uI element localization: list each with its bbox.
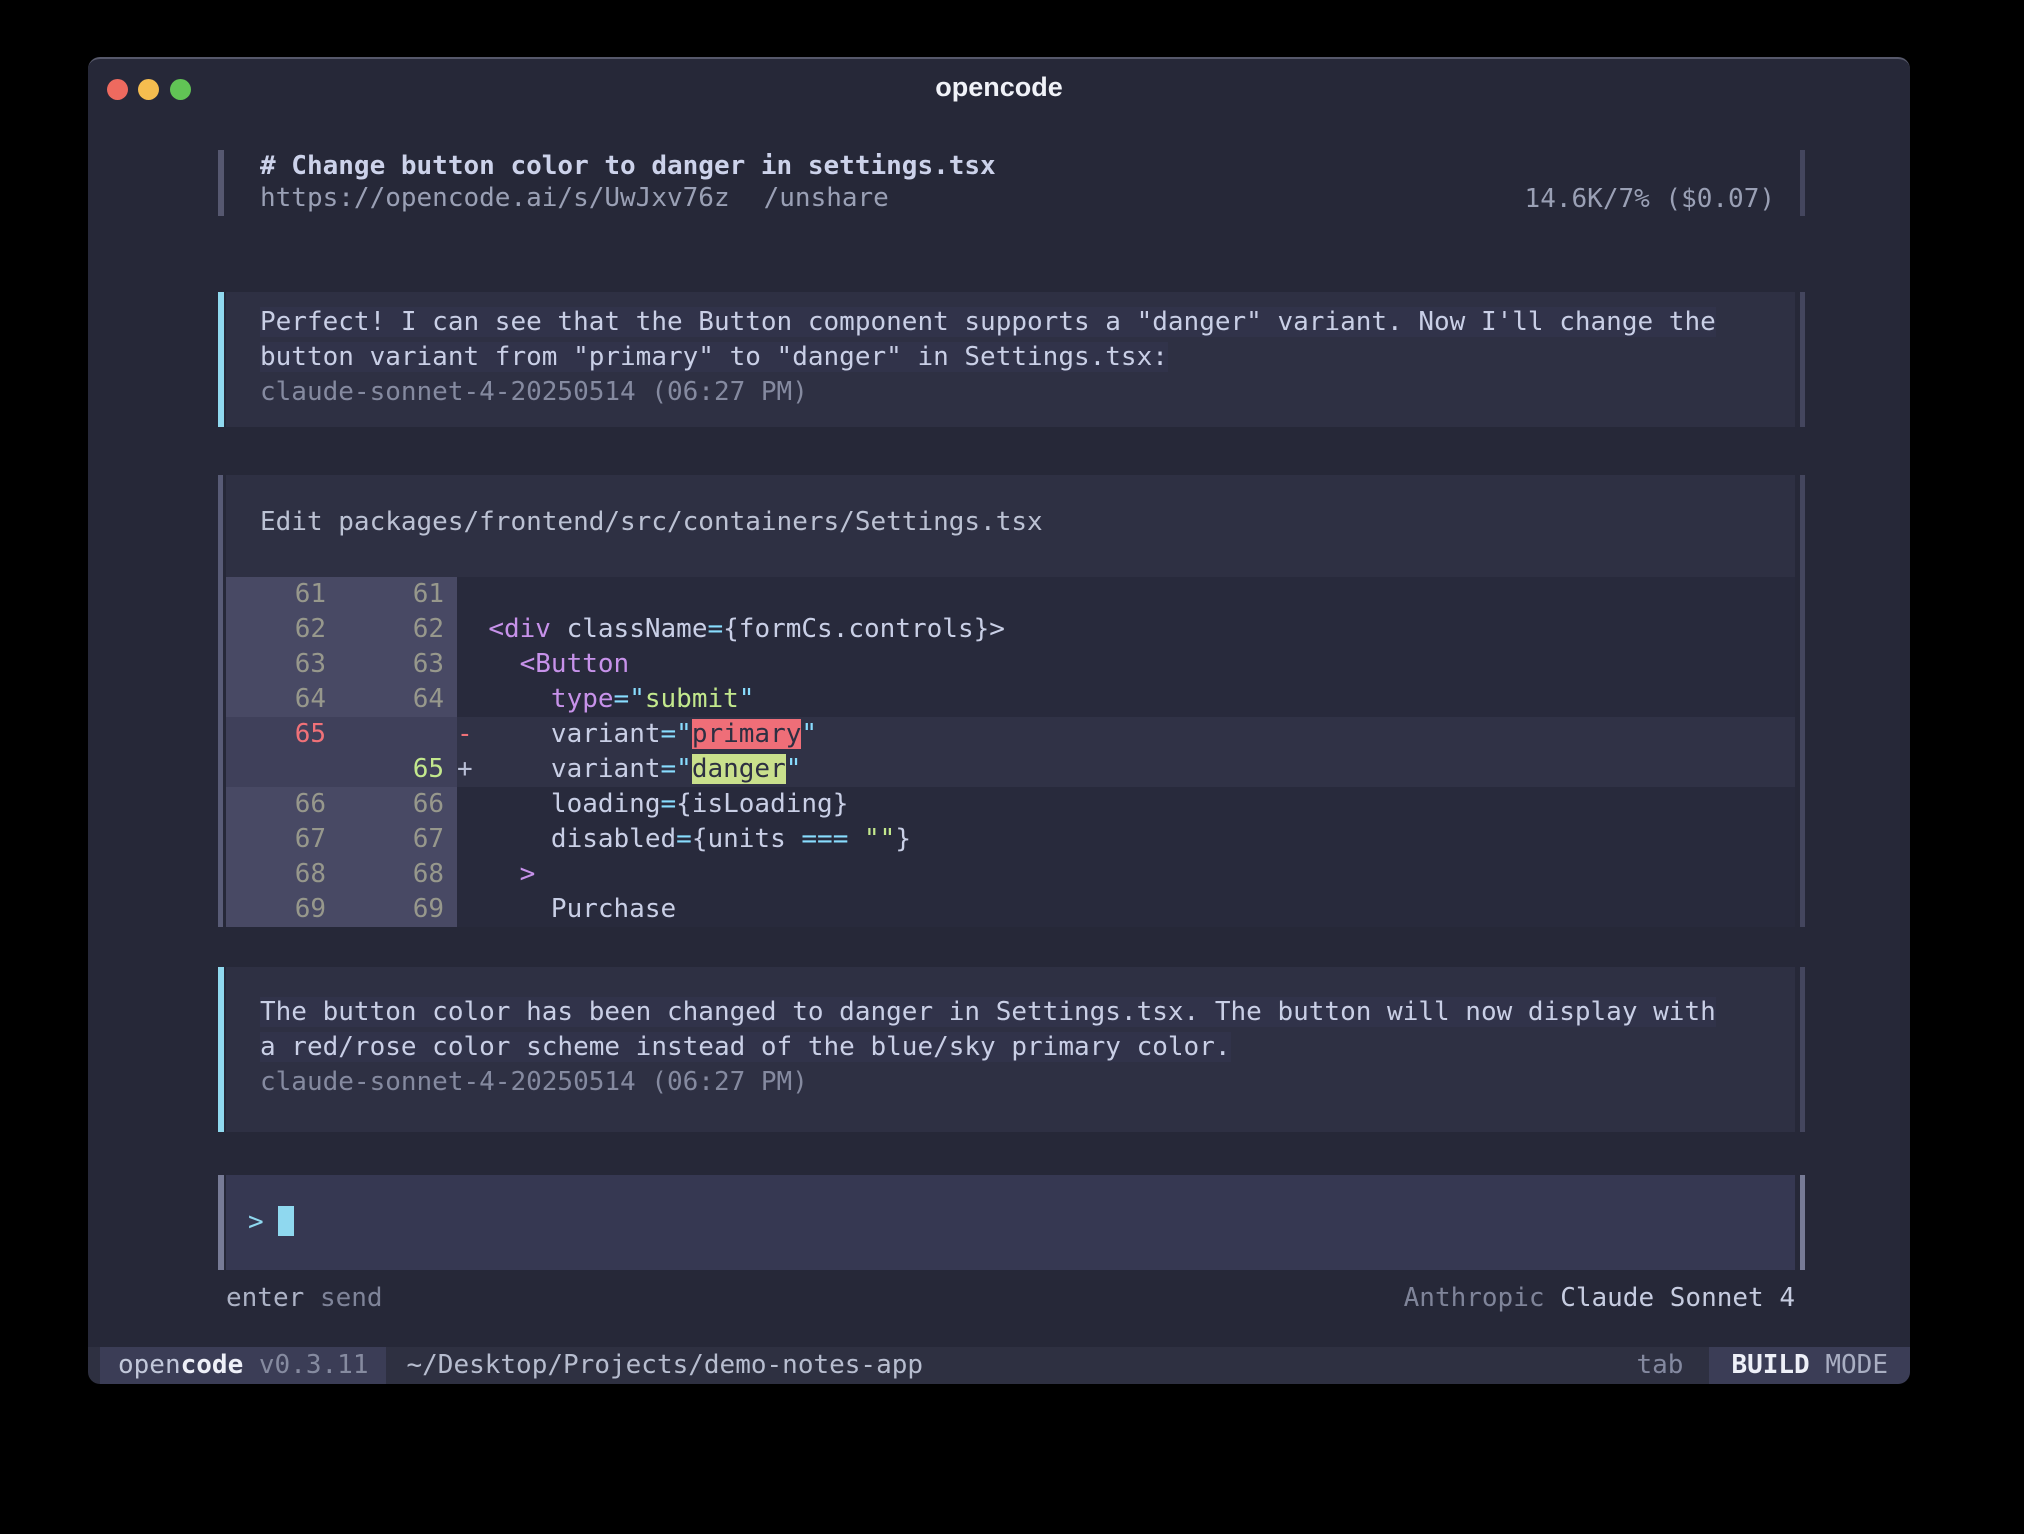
diff-line: 6666 loading={isLoading} <box>226 787 1795 822</box>
message-text: Perfect! I can see that the Button compo… <box>260 305 1732 375</box>
diff-code: > <box>457 857 1795 892</box>
old-line-number <box>226 752 326 787</box>
prompt-chevron: > <box>248 1207 264 1237</box>
session-header: # Change button color to danger in setti… <box>218 150 1805 216</box>
message-edge-line <box>1800 292 1805 427</box>
model-indicator: Anthropic Claude Sonnet 4 <box>1404 1281 1795 1316</box>
old-line-number: 61 <box>226 577 326 612</box>
diff-code: type="submit" <box>457 682 1795 717</box>
tab-key-hint[interactable]: tab <box>1636 1347 1683 1384</box>
diff-line: 6262 <div className={formCs.controls}> <box>226 612 1795 647</box>
old-line-number: 68 <box>226 857 326 892</box>
send-hint: enter send <box>226 1281 383 1316</box>
new-line-number: 68 <box>326 857 444 892</box>
text-cursor <box>278 1206 294 1236</box>
session-header-edge-line <box>1800 150 1805 216</box>
diff-accent-bar <box>218 475 223 927</box>
mode-toggle[interactable]: BUILD MODE <box>1709 1347 1910 1384</box>
message-edge-line <box>1800 967 1805 1132</box>
message-accent-bar <box>218 292 224 427</box>
input-right-edge-line <box>1800 1175 1805 1270</box>
app-version-segment: opencode v0.3.11 <box>100 1347 386 1384</box>
unshare-action[interactable]: /unshare <box>764 183 889 213</box>
working-directory: ~/Desktop/Projects/demo-notes-app <box>406 1347 923 1384</box>
old-line-number: 63 <box>226 647 326 682</box>
session-title: # Change button color to danger in setti… <box>260 150 1795 182</box>
screen: opencode # Change button color to danger… <box>0 0 2024 1534</box>
old-line-number: 69 <box>226 892 326 927</box>
assistant-message: The button color has been changed to dan… <box>218 967 1805 1132</box>
old-line-number: 64 <box>226 682 326 717</box>
diff-code: Purchase <box>457 892 1795 927</box>
new-line-number: 63 <box>326 647 444 682</box>
new-line-number: 66 <box>326 787 444 822</box>
diff-rows: 61616262 <div className={formCs.controls… <box>226 577 1795 927</box>
diff-edge-line <box>1800 475 1805 927</box>
prompt-input-block: > <box>218 1175 1805 1270</box>
message-text: The button color has been changed to dan… <box>260 995 1732 1065</box>
diff-line: 6161 <box>226 577 1795 612</box>
old-line-number: 65 <box>226 717 326 752</box>
diff-line: 65 - variant="primary" <box>226 717 1795 752</box>
new-line-number: 61 <box>326 577 444 612</box>
old-line-number: 66 <box>226 787 326 822</box>
message-accent-bar <box>218 967 224 1132</box>
titlebar: opencode <box>88 59 1910 111</box>
new-line-number <box>326 717 444 752</box>
assistant-message: Perfect! I can see that the Button compo… <box>218 292 1805 427</box>
diff-code <box>457 577 1795 612</box>
status-bar: opencode v0.3.11 ~/Desktop/Projects/demo… <box>88 1347 1910 1384</box>
opencode-window: opencode # Change button color to danger… <box>88 57 1910 1382</box>
input-left-edge-line <box>218 1175 224 1270</box>
new-line-number: 67 <box>326 822 444 857</box>
diff-code: <Button <box>457 647 1795 682</box>
old-line-number: 62 <box>226 612 326 647</box>
edit-diff-card: Edit packages/frontend/src/containers/Se… <box>218 475 1805 927</box>
diff-line: 6363 <Button <box>226 647 1795 682</box>
diff-code: + variant="danger" <box>457 752 1795 787</box>
new-line-number: 65 <box>326 752 444 787</box>
message-meta: claude-sonnet-4-20250514 (06:27 PM) <box>260 375 1765 410</box>
window-title: opencode <box>88 72 1910 103</box>
diff-code: loading={isLoading} <box>457 787 1795 822</box>
diff-code: disabled={units === ""} <box>457 822 1795 857</box>
token-usage-stats: 14.6K/7% ($0.07) <box>1525 183 1775 216</box>
diff-line: 6464 type="submit" <box>226 682 1795 717</box>
diff-line: 6868 > <box>226 857 1795 892</box>
share-url-link[interactable]: https://opencode.ai/s/UwJxv76z <box>260 183 730 213</box>
diff-line: 6767 disabled={units === ""} <box>226 822 1795 857</box>
hint-row: enter send Anthropic Claude Sonnet 4 <box>218 1281 1805 1316</box>
new-line-number: 69 <box>326 892 444 927</box>
prompt-input[interactable]: > <box>226 1175 1795 1270</box>
new-line-number: 64 <box>326 682 444 717</box>
diff-code: <div className={formCs.controls}> <box>457 612 1795 647</box>
session-header-accent-bar <box>218 150 224 216</box>
diff-file-header: Edit packages/frontend/src/containers/Se… <box>226 475 1795 577</box>
message-meta: claude-sonnet-4-20250514 (06:27 PM) <box>260 1065 1765 1100</box>
new-line-number: 62 <box>326 612 444 647</box>
diff-line: 65 + variant="danger" <box>226 752 1795 787</box>
old-line-number: 67 <box>226 822 326 857</box>
diff-line: 6969 Purchase <box>226 892 1795 927</box>
diff-code: - variant="primary" <box>457 717 1795 752</box>
